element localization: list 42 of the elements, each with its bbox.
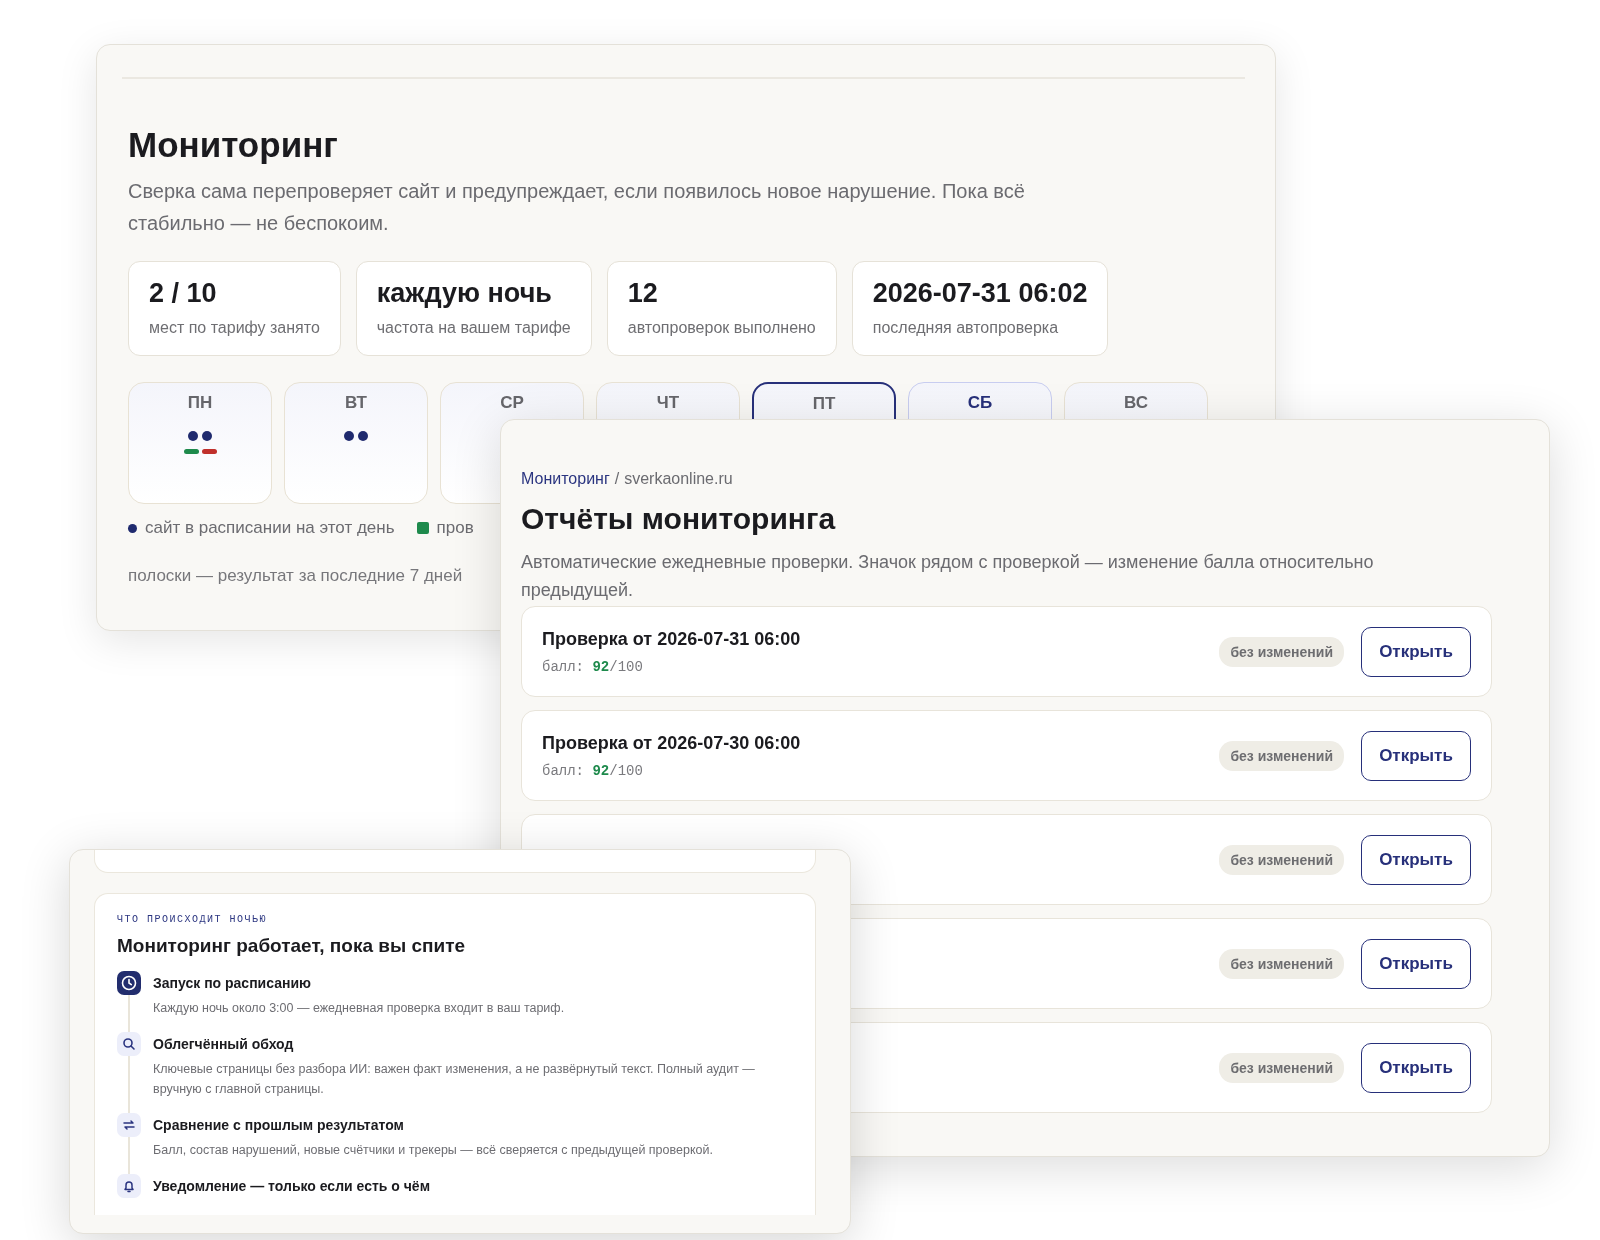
- status-badge: без изменений: [1219, 948, 1344, 979]
- stat-label: мест по тарифу занято: [149, 319, 320, 337]
- step-description: Каждую ночь около 3:00 — ежедневная проверка входит в ваш тариф.: [153, 1000, 565, 1017]
- page-title: Мониторинг: [128, 125, 339, 165]
- report-title: Проверка от 2026-07-30 06:00: [542, 732, 802, 754]
- day-label: ВТ: [345, 393, 367, 413]
- section-title: Мониторинг работает, пока вы спите: [117, 935, 467, 957]
- day-label: ПН: [187, 393, 213, 413]
- step-title: Облегчённый обход: [153, 1035, 295, 1054]
- day-label: СБ: [967, 393, 993, 413]
- step-title: Сравнение с прошлым результатом: [153, 1116, 405, 1135]
- breadcrumb-separator: /: [614, 470, 620, 488]
- day-label: ВС: [1124, 393, 1148, 413]
- reports-title: Отчёты мониторинга: [521, 501, 837, 537]
- report-score: балл: 92/100: [542, 658, 644, 675]
- status-badge: без изменений: [1219, 1052, 1344, 1083]
- section-eyebrow: ЧТО ПРОИСХОДИТ НОЧЬЮ: [117, 914, 269, 925]
- step-title: Уведомление — только если есть о чём: [153, 1177, 430, 1196]
- status-badge: без изменений: [1219, 740, 1344, 771]
- legend-text: сайт в расписании на этот день: [145, 518, 395, 538]
- report-score: балл: 92/100: [542, 762, 644, 779]
- breadcrumb-current: sverkaonline.ru: [624, 470, 733, 488]
- footnote: полоски — результат за последние 7 дней: [128, 566, 463, 586]
- legend-text: пров: [436, 518, 474, 538]
- stat-value: 12: [627, 277, 659, 309]
- status-badge: без изменений: [1219, 844, 1344, 875]
- reports-description: Автоматические ежедневные проверки. Значок рядом с проверкой — изменение балла относительно предыдущей.: [521, 551, 1375, 602]
- page-description: Сверка сама перепроверяет сайт и предупреждает, если появилось новое нарушение. Пока всё стабильно — не беспокоим.: [128, 179, 1026, 236]
- day-label: ПТ: [812, 394, 836, 414]
- day-label: СР: [500, 393, 524, 413]
- day-label: ЧТ: [656, 393, 680, 413]
- report-title: Проверка от 2026-07-31 06:00: [542, 628, 802, 650]
- stat-label: последняя автопроверка: [872, 319, 1060, 337]
- step-title: Запуск по расписанию: [153, 974, 312, 993]
- step-description: Ключевые страницы без разбора ИИ: важен факт изменения, а не развёрнутый текст. Полный аудит — вручную с главной страницы.: [153, 1061, 756, 1098]
- status-badge: без изменений: [1219, 636, 1344, 667]
- step-description: Балл, состав нарушений, новые счётчики и трекеры — всё сверяется с предыдущей проверкой.: [153, 1142, 713, 1159]
- stat-value: каждую ночь: [376, 277, 553, 309]
- stat-label: автопроверок выполнено: [627, 319, 816, 337]
- stat-value: 2026-07-31 06:02: [872, 277, 1088, 309]
- stat-label: частота на вашем тарифе: [376, 319, 571, 337]
- stat-value: 2 / 10: [149, 277, 218, 309]
